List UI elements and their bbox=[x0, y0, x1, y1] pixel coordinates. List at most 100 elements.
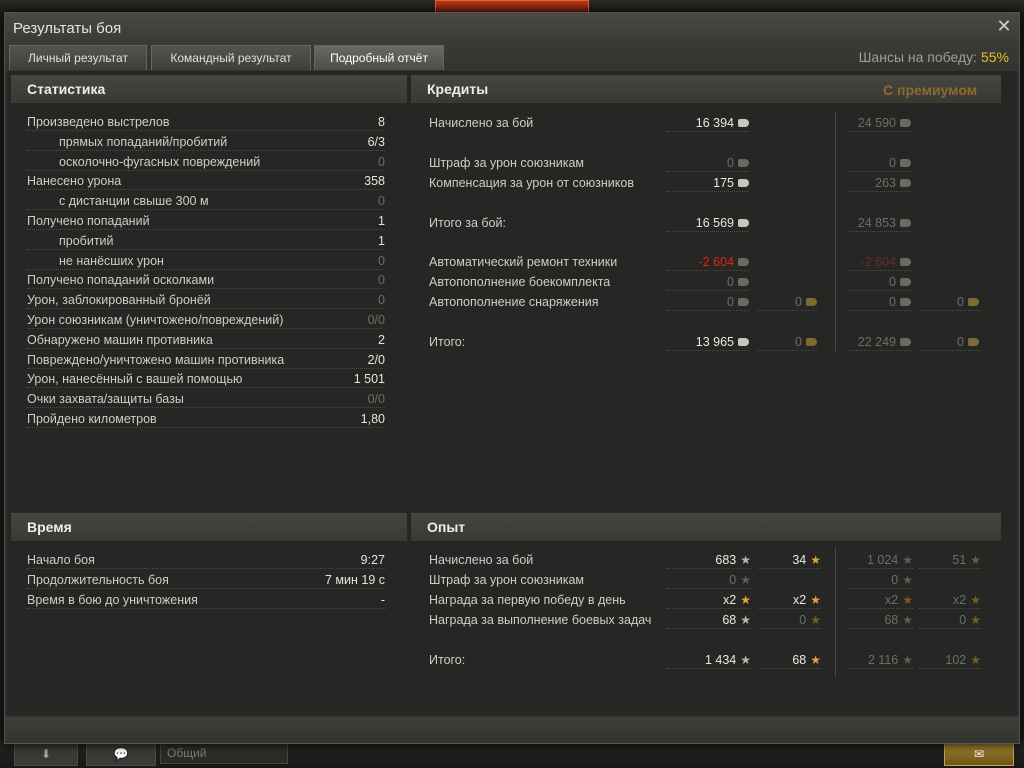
stats-row-value: 0 bbox=[378, 194, 385, 209]
xp-star-icon: ★ bbox=[740, 573, 751, 587]
window-title: Результаты боя bbox=[13, 20, 122, 37]
stats-row-value: 0 bbox=[378, 293, 385, 308]
close-icon[interactable]: ✕ bbox=[995, 17, 1013, 35]
free-xp-text: 0 bbox=[799, 613, 807, 627]
premium-credits-text: 0 bbox=[889, 156, 896, 170]
free-xp-value: 0 ★ bbox=[759, 611, 821, 629]
win-odds-value: 55% bbox=[980, 49, 1009, 65]
premium-credits-value: -2 604 bbox=[849, 253, 911, 271]
win-odds: Шансы на победу: 55% bbox=[859, 49, 1009, 65]
credits-value: 16 394 bbox=[667, 114, 749, 132]
stats-row-value: 1 501 bbox=[353, 372, 385, 387]
stats-row-value: 0 bbox=[378, 273, 385, 288]
xp-value-text: 0 bbox=[729, 573, 737, 587]
win-odds-label: Шансы на победу: bbox=[858, 49, 978, 65]
credits-value-text: 0 bbox=[727, 295, 734, 309]
credits-value-text: 13 965 bbox=[695, 335, 734, 349]
tab-team[interactable]: Командный результат bbox=[151, 45, 311, 70]
stats-row-label: пробитий bbox=[59, 233, 114, 248]
free-xp-star-icon: ★ bbox=[810, 553, 821, 567]
stats-row: Получено попаданий 1 bbox=[27, 212, 385, 230]
premium-header: С премиумом bbox=[883, 82, 978, 98]
premium-gold-text: 0 bbox=[957, 335, 964, 349]
battle-results-window: Результаты боя ✕ Личный результат Команд… bbox=[4, 12, 1020, 744]
credits-label-text: Итого: bbox=[429, 335, 466, 349]
free-xp-value: 68 ★ bbox=[759, 651, 821, 669]
xp-star-icon: ★ bbox=[740, 653, 751, 667]
stats-row: Урон союзникам (уничтожено/повреждений) 0… bbox=[27, 311, 385, 329]
credits-value: 16 569 bbox=[667, 214, 749, 232]
bottom-arrow-button[interactable]: ⬇ bbox=[14, 742, 78, 766]
free-xp-value: 34 ★ bbox=[759, 551, 821, 569]
tab-personal[interactable]: Личный результат bbox=[9, 45, 147, 70]
free-xp-star-icon: ★ bbox=[970, 653, 981, 667]
premium-free-xp-value: 51 ★ bbox=[919, 551, 981, 569]
credits-label-text: Компенсация за урон от союзников bbox=[429, 176, 634, 190]
stats-row-value: 2/0 bbox=[367, 352, 385, 367]
xp-star-icon: ★ bbox=[902, 573, 913, 587]
time-row-value: 7 мин 19 с bbox=[324, 573, 385, 587]
stats-row-value: 0 bbox=[378, 253, 385, 268]
credit-icon bbox=[900, 178, 911, 187]
gold-icon bbox=[968, 337, 979, 346]
premium-credits-text: -2 604 bbox=[860, 255, 896, 269]
stats-row-label: Пройдено километров bbox=[27, 412, 157, 426]
stats-row-value: 2 bbox=[378, 332, 385, 347]
credit-icon bbox=[900, 337, 911, 346]
gold-value-text: 0 bbox=[795, 295, 802, 309]
stats-row: Произведено выстрелов 8 bbox=[27, 113, 385, 131]
stats-row: Обнаружено машин противника 2 bbox=[27, 331, 385, 349]
premium-free-xp-text: x2 bbox=[953, 593, 967, 607]
free-xp-star-icon: ★ bbox=[970, 613, 981, 627]
credit-icon bbox=[738, 118, 749, 127]
premium-xp-text: 1 024 bbox=[866, 553, 899, 567]
stats-row-label: Получено попаданий осколками bbox=[27, 273, 215, 288]
stats-row-value: 1 bbox=[378, 214, 385, 228]
stats-row-value: 0/0 bbox=[367, 392, 385, 407]
stats-row-label: Произведено выстрелов bbox=[27, 115, 170, 129]
exp-label-text: Награда за выполнение боевых задач bbox=[429, 613, 652, 627]
game-bottom-bar: ⬇ 💬 Общий ✉ bbox=[0, 740, 1024, 768]
premium-xp-text: 2 116 bbox=[867, 653, 899, 667]
credit-icon bbox=[738, 158, 749, 167]
xp-star-icon: ★ bbox=[902, 653, 913, 667]
gold-icon bbox=[806, 337, 817, 346]
stats-row: Получено попаданий осколками 0 bbox=[27, 271, 385, 290]
stats-row-value: 358 bbox=[364, 174, 385, 189]
premium-xp-text: x2 bbox=[885, 593, 899, 607]
time-row-value: - bbox=[380, 593, 385, 607]
stats-row: пробитий 1 bbox=[27, 232, 385, 250]
premium-xp-value: 1 024 ★ bbox=[849, 551, 913, 569]
credit-icon bbox=[738, 218, 749, 227]
chat-channel-input[interactable]: Общий bbox=[160, 742, 288, 764]
credits-value-text: 0 bbox=[727, 275, 734, 289]
stats-row-label: Получено попаданий bbox=[27, 214, 150, 228]
premium-free-xp-value: 0 ★ bbox=[919, 611, 981, 629]
credits-value-text: 16 394 bbox=[695, 116, 734, 130]
credits-value: 0 bbox=[667, 154, 749, 172]
exp-label-text: Начислено за бой bbox=[429, 553, 534, 567]
free-xp-star-icon: ★ bbox=[810, 653, 821, 667]
premium-xp-value: 2 116 ★ bbox=[849, 651, 913, 669]
premium-xp-value: 0 ★ bbox=[849, 571, 913, 589]
xp-value: 683 ★ bbox=[667, 551, 751, 569]
report-content: Статистика Произведено выстрелов 8 прямых … bbox=[7, 71, 1017, 715]
stats-row: осколочно-фугасных повреждений 0 bbox=[27, 153, 385, 171]
stats-row-label: Урон союзникам (уничтожено/повреждений) bbox=[27, 313, 284, 327]
time-row: Время в бою до уничтожения - bbox=[27, 591, 385, 609]
free-xp-value: x2 ★ bbox=[759, 591, 821, 609]
premium-gold-value: 0 bbox=[919, 293, 979, 311]
premium-credits-value: 263 bbox=[849, 174, 911, 192]
premium-free-xp-text: 102 bbox=[945, 653, 967, 667]
time-row-value: 9:27 bbox=[360, 553, 385, 567]
stats-row: Пройдено километров 1,80 bbox=[27, 410, 385, 428]
bottom-gold-button[interactable]: ✉ bbox=[944, 742, 1014, 766]
stats-row: Очки захвата/защиты базы 0/0 bbox=[27, 390, 385, 409]
bottom-chat-button[interactable]: 💬 bbox=[86, 742, 156, 766]
stats-row: Урон, заблокированный бронёй 0 bbox=[27, 291, 385, 310]
tab-detailed[interactable]: Подробный отчёт bbox=[314, 45, 444, 70]
premium-credits-text: 24 590 bbox=[857, 116, 896, 130]
free-xp-text: 68 bbox=[792, 653, 807, 667]
xp-star-icon: ★ bbox=[902, 553, 913, 567]
stats-row: Нанесено урона 358 bbox=[27, 172, 385, 191]
